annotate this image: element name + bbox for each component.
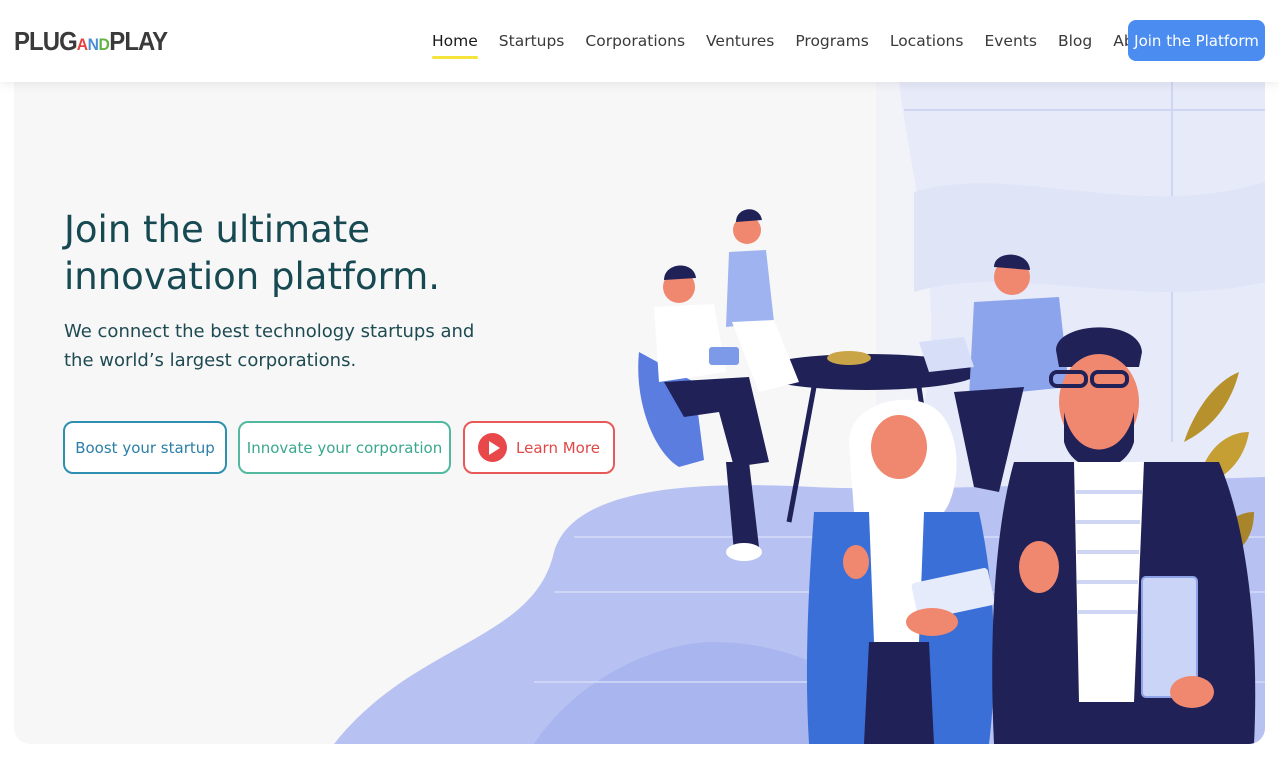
hero-subline-line-2: the world’s largest corporations. xyxy=(64,350,357,371)
boost-startup-button[interactable]: Boost your startup xyxy=(63,421,227,474)
nav-item-startups[interactable]: Startups xyxy=(499,32,565,50)
learn-more-label: Learn More xyxy=(516,438,600,457)
nav-item-blog[interactable]: Blog xyxy=(1058,32,1092,50)
nav-item-events[interactable]: Events xyxy=(984,32,1036,50)
innovate-corporation-button[interactable]: Innovate your corporation xyxy=(238,421,451,474)
site-header: PLUGANDPLAY Home Startups Corporations V… xyxy=(0,0,1279,82)
nav-item-ventures[interactable]: Ventures xyxy=(706,32,774,50)
hero-section: Join the ultimate innovation platform. W… xyxy=(14,82,1265,744)
hero-headline-line-2: innovation platform. xyxy=(64,255,440,298)
join-platform-button[interactable]: Join the Platform xyxy=(1128,20,1265,61)
hero-subline: We connect the best technology startups … xyxy=(64,317,484,375)
nav-item-home[interactable]: Home xyxy=(432,32,478,59)
nav-item-corporations[interactable]: Corporations xyxy=(585,32,685,50)
people-working-illustration xyxy=(334,82,1265,744)
nav-item-locations[interactable]: Locations xyxy=(890,32,964,50)
plug-and-play-logo[interactable]: PLUGANDPLAY xyxy=(14,26,168,56)
hero-headline: Join the ultimate innovation platform. xyxy=(64,206,564,300)
learn-more-button[interactable]: Learn More xyxy=(463,421,615,474)
play-icon xyxy=(478,433,508,462)
nav-item-programs[interactable]: Programs xyxy=(795,32,868,50)
main-nav: Home Startups Corporations Ventures Prog… xyxy=(432,0,1180,82)
hero-headline-line-1: Join the ultimate xyxy=(64,208,371,251)
hero-subline-line-1: We connect the best technology startups … xyxy=(64,321,475,342)
